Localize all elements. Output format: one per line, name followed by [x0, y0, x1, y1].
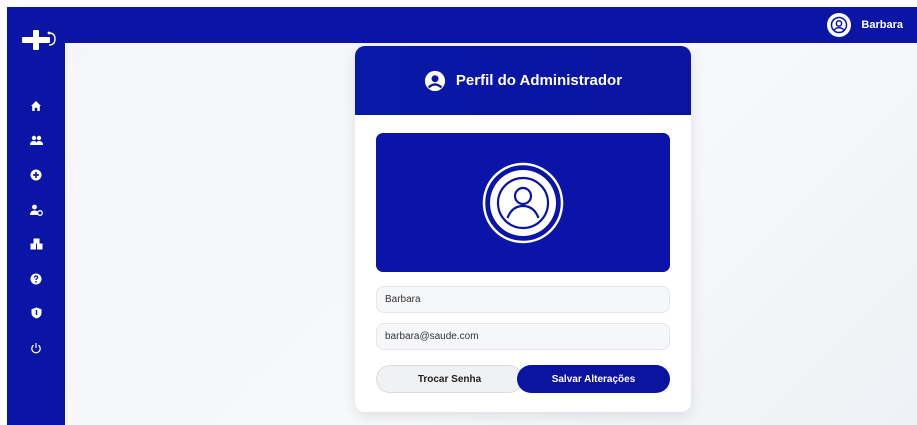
save-changes-button[interactable]: Salvar Alterações: [517, 365, 670, 393]
sidebar-item-units[interactable]: [7, 227, 65, 262]
sidebar-item-doctors[interactable]: [7, 193, 65, 228]
users-icon: [29, 136, 43, 146]
power-icon: [31, 342, 41, 354]
sidebar: [7, 7, 65, 425]
sidebar-item-security[interactable]: [7, 296, 65, 331]
sidebar-item-logout[interactable]: [7, 331, 65, 366]
buildings-icon: [30, 238, 42, 250]
profile-card: Perfil do Administrador Trocar Senha Sal…: [355, 46, 691, 412]
plus-circle-icon: [30, 169, 42, 181]
name-field[interactable]: [376, 286, 670, 313]
home-icon: [31, 101, 41, 112]
email-field[interactable]: [376, 323, 670, 350]
card-title: Perfil do Administrador: [455, 72, 623, 89]
user-menu[interactable]: Barbara: [827, 12, 903, 38]
cross-stethoscope-logo: [19, 29, 57, 51]
avatar-panel: [376, 133, 670, 272]
change-password-button[interactable]: Trocar Senha: [376, 365, 523, 393]
shield-icon: [31, 307, 41, 319]
user-avatar-icon: [827, 13, 852, 37]
sidebar-nav: [7, 89, 65, 365]
user-circle-icon: [424, 70, 446, 91]
sidebar-item-home[interactable]: [7, 89, 65, 124]
card-header: Perfil do Administrador: [355, 46, 691, 115]
question-circle-icon: [30, 273, 42, 285]
sidebar-item-add[interactable]: [7, 158, 65, 193]
top-bar: Barbara: [7, 7, 917, 43]
user-name: Barbara: [861, 19, 903, 31]
user-settings-icon: [29, 204, 43, 216]
avatar-icon[interactable]: [482, 162, 564, 244]
sidebar-item-users[interactable]: [7, 124, 65, 159]
sidebar-item-help[interactable]: [7, 262, 65, 297]
app-window: Barbara Perfil do Administrador Barbara …: [7, 7, 917, 425]
